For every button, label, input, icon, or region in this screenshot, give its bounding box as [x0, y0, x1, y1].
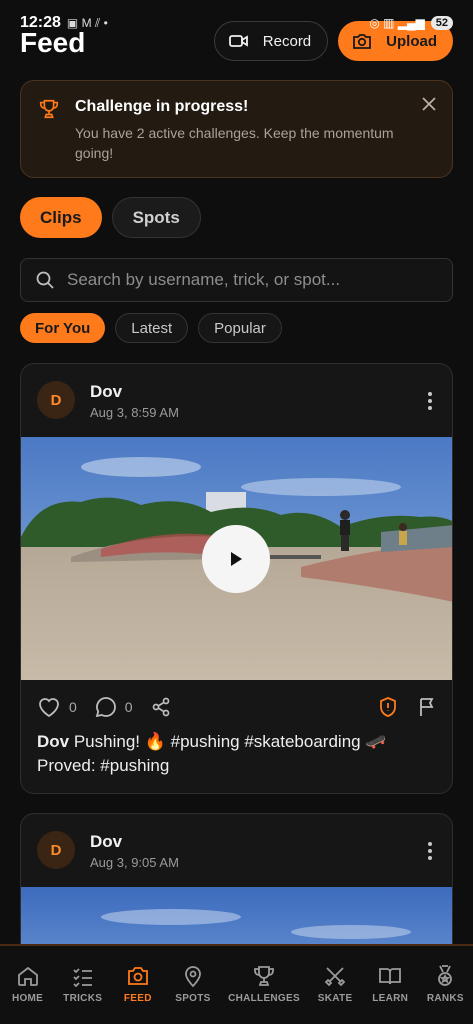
caption-text: Pushing! 🔥 #pushing #skateboarding 🛹 Pro…	[37, 732, 387, 775]
nav-skate-label: SKATE	[317, 993, 353, 1004]
search-icon	[36, 271, 54, 289]
camera-icon	[127, 967, 148, 985]
search-input[interactable]	[67, 270, 427, 290]
nav-challenges-label: CHALLENGES	[228, 993, 300, 1004]
comment-count: 0	[124, 699, 133, 715]
comment-button[interactable]: 0	[95, 696, 133, 718]
home-icon	[17, 966, 38, 986]
content-tabs: Clips Spots	[20, 197, 201, 238]
book-icon	[379, 968, 402, 985]
play-button[interactable]	[202, 525, 270, 593]
post-username[interactable]: Dov	[90, 832, 122, 852]
like-count: 0	[69, 699, 77, 715]
nav-spots-label: SPOTS	[175, 993, 211, 1004]
upload-label: Upload	[386, 32, 437, 50]
search-bar	[20, 258, 453, 302]
post-timestamp: Aug 3, 8:59 AM	[90, 405, 179, 420]
video-camera-icon	[228, 35, 248, 47]
filter-popular[interactable]: Popular	[198, 313, 282, 343]
bottom-navigation: HOME TRICKS FEED SPOTS CHALLENGES SKATE …	[0, 944, 473, 1024]
challenge-title: Challenge in progress!	[75, 98, 249, 115]
more-options-icon[interactable]	[428, 392, 432, 410]
notification-icons: ▣ M ⫽ •	[66, 15, 108, 30]
close-icon[interactable]	[422, 97, 436, 111]
like-button[interactable]: 0	[37, 696, 77, 718]
camera-icon	[353, 34, 372, 49]
post-username[interactable]: Dov	[90, 382, 122, 402]
post-actions: 0 0	[37, 695, 436, 719]
record-label: Record	[262, 32, 312, 50]
post-timestamp: Aug 3, 9:05 AM	[90, 855, 179, 870]
tab-spots[interactable]: Spots	[111, 197, 201, 238]
trophy-icon	[39, 99, 59, 119]
caption-username[interactable]: Dov	[37, 732, 69, 751]
feed-filters: For You Latest Popular	[20, 313, 282, 343]
trophy-icon	[254, 966, 274, 986]
checklist-icon	[73, 968, 92, 988]
nav-feed-label: FEED	[123, 993, 152, 1004]
feed-post: D Dov Aug 3, 8:59 AM 0 0 Dov Pushing! 🔥 …	[20, 363, 453, 794]
crossed-swords-icon	[324, 967, 346, 987]
nav-learn[interactable]: LEARN	[370, 964, 410, 1004]
tab-clips[interactable]: Clips	[20, 197, 102, 238]
flag-icon[interactable]	[418, 697, 436, 717]
play-icon	[231, 552, 242, 566]
more-options-icon[interactable]	[428, 842, 432, 860]
comment-icon	[95, 697, 116, 718]
avatar[interactable]: D	[37, 831, 75, 869]
nav-home-label: HOME	[11, 993, 44, 1004]
signal-icon: ◎ ▥ ▂▄▆	[369, 16, 425, 30]
nav-ranks-label: RANKS	[426, 993, 464, 1004]
post-caption: Dov Pushing! 🔥 #pushing #skateboarding 🛹…	[37, 730, 436, 778]
share-icon[interactable]	[151, 697, 171, 717]
nav-home[interactable]: HOME	[8, 964, 48, 1004]
status-bar: 12:28 ▣ M ⫽ • ◎ ▥ ▂▄▆ 52	[20, 12, 453, 34]
nav-tricks-label: TRICKS	[63, 993, 103, 1004]
nav-spots[interactable]: SPOTS	[173, 964, 213, 1004]
video-thumbnail[interactable]	[21, 437, 452, 680]
challenge-description: You have 2 active challenges. Keep the m…	[75, 125, 394, 161]
nav-skate[interactable]: SKATE	[315, 964, 355, 1004]
battery-indicator: 52	[430, 16, 453, 30]
nav-learn-label: LEARN	[372, 993, 409, 1004]
nav-tricks[interactable]: TRICKS	[63, 964, 103, 1004]
challenge-banner[interactable]: Challenge in progress! You have 2 active…	[20, 80, 453, 178]
nav-challenges[interactable]: CHALLENGES	[228, 964, 300, 1004]
map-pin-icon	[185, 966, 201, 988]
status-time: 12:28	[20, 14, 61, 31]
nav-ranks[interactable]: RANKS	[425, 964, 465, 1004]
nav-feed[interactable]: FEED	[118, 964, 158, 1004]
medal-icon	[438, 965, 453, 986]
avatar[interactable]: D	[37, 381, 75, 419]
shield-alert-icon[interactable]	[378, 696, 398, 718]
filter-for-you[interactable]: For You	[20, 313, 106, 343]
heart-icon	[39, 698, 59, 718]
filter-latest[interactable]: Latest	[115, 313, 189, 343]
